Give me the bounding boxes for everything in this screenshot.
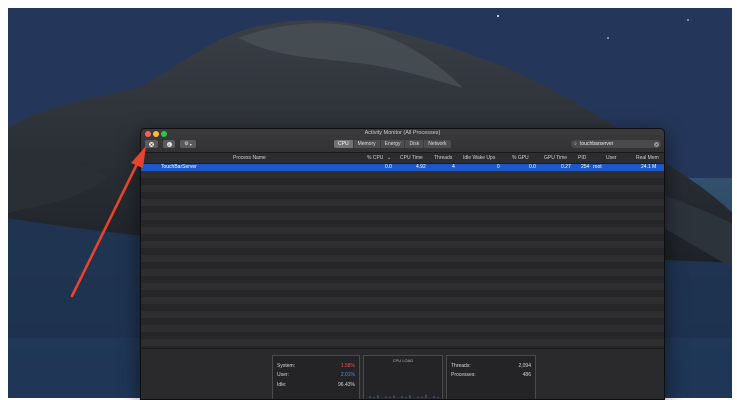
search-input[interactable]: touchbarserver <box>580 141 654 147</box>
gpu-time-cell: 0.27 <box>561 164 571 170</box>
processes-label: Processes: <box>451 372 476 378</box>
column-header-gpu-time[interactable]: GPU Time <box>544 155 567 161</box>
tab-disk[interactable]: Disk <box>405 140 425 148</box>
column-header-threads[interactable]: Threads <box>434 155 452 161</box>
cpu-usage-panel: System: 1.58% User: 2.01% Idle: 96.43% <box>272 355 360 399</box>
system-label: System: <box>277 363 296 369</box>
gear-icon: ⚙ <box>184 141 189 147</box>
view-tabs: CPU Memory Energy Disk Network <box>334 140 451 148</box>
cpu-summary-pane: System: 1.58% User: 2.01% Idle: 96.43% C… <box>141 348 664 399</box>
process-name-cell: TouchBarServer <box>161 164 197 170</box>
cpu-load-panel: CPU LOAD <box>363 355 443 399</box>
gpu-cell: 0.0 <box>529 164 536 170</box>
search-field[interactable]: ⌕ touchbarserver ✕ <box>571 140 661 148</box>
cpu-cell: 0.0 <box>385 164 392 170</box>
column-header-process-name[interactable]: Process Name <box>233 155 266 161</box>
inspect-process-button[interactable]: i <box>163 140 175 148</box>
table-row[interactable]: TouchBarServer 0.0 4.92 4 0 0.0 0.27 254… <box>141 164 664 171</box>
toolbar: Activity Monitor (All Processes) ✕ i ⚙ ▾ … <box>141 129 664 153</box>
column-header-cpu[interactable]: % CPU <box>367 155 383 161</box>
user-value: 2.01% <box>340 372 355 378</box>
chevron-down-icon: ▾ <box>189 141 192 147</box>
column-header-gpu[interactable]: % GPU <box>512 155 529 161</box>
process-counts-panel: Threads: 2,094 Processes: 486 <box>446 355 536 399</box>
column-header-user[interactable]: User <box>606 155 617 161</box>
tab-memory[interactable]: Memory <box>354 140 381 148</box>
column-header-real-mem[interactable]: Real Mem <box>636 155 659 161</box>
clear-search-icon[interactable]: ✕ <box>654 141 659 147</box>
x-circle-icon: ✕ <box>149 141 154 147</box>
action-menu-button[interactable]: ⚙ ▾ <box>180 140 196 148</box>
activity-monitor-window: Activity Monitor (All Processes) ✕ i ⚙ ▾ … <box>140 128 665 400</box>
table-header: Process Name % CPU ⌄ CPU Time Threads Id… <box>141 153 664 164</box>
real-mem-cell: 24.1 M <box>641 164 657 170</box>
info-icon: i <box>166 141 172 147</box>
column-header-pid[interactable]: PID <box>578 155 586 161</box>
tab-energy[interactable]: Energy <box>381 140 406 148</box>
idle-wake-ups-cell: 0 <box>497 164 500 170</box>
system-value: 1.58% <box>340 363 355 369</box>
threads-label: Threads: <box>451 363 471 369</box>
tab-network[interactable]: Network <box>424 140 450 148</box>
stop-process-button[interactable]: ✕ <box>145 140 158 148</box>
processes-value: 486 <box>522 372 531 378</box>
cpu-time-cell: 4.92 <box>416 164 426 170</box>
user-cell: root <box>593 164 602 170</box>
process-list: TouchBarServer 0.0 4.92 4 0 0.0 0.27 254… <box>141 164 664 348</box>
column-header-idle-wake-ups[interactable]: Idle Wake Ups <box>463 155 495 161</box>
column-header-cpu-time[interactable]: CPU Time <box>400 155 423 161</box>
threads-cell: 4 <box>452 164 455 170</box>
cpu-load-graph <box>366 394 440 399</box>
pid-cell: 254 <box>581 164 590 170</box>
idle-value: 96.43% <box>338 382 355 388</box>
tab-cpu[interactable]: CPU <box>334 140 354 148</box>
sort-chevron-icon: ⌄ <box>387 155 392 161</box>
idle-label: Idle: <box>277 382 287 388</box>
window-title: Activity Monitor (All Processes) <box>364 130 441 136</box>
user-label: User: <box>277 372 289 378</box>
threads-value: 2,094 <box>518 363 531 369</box>
